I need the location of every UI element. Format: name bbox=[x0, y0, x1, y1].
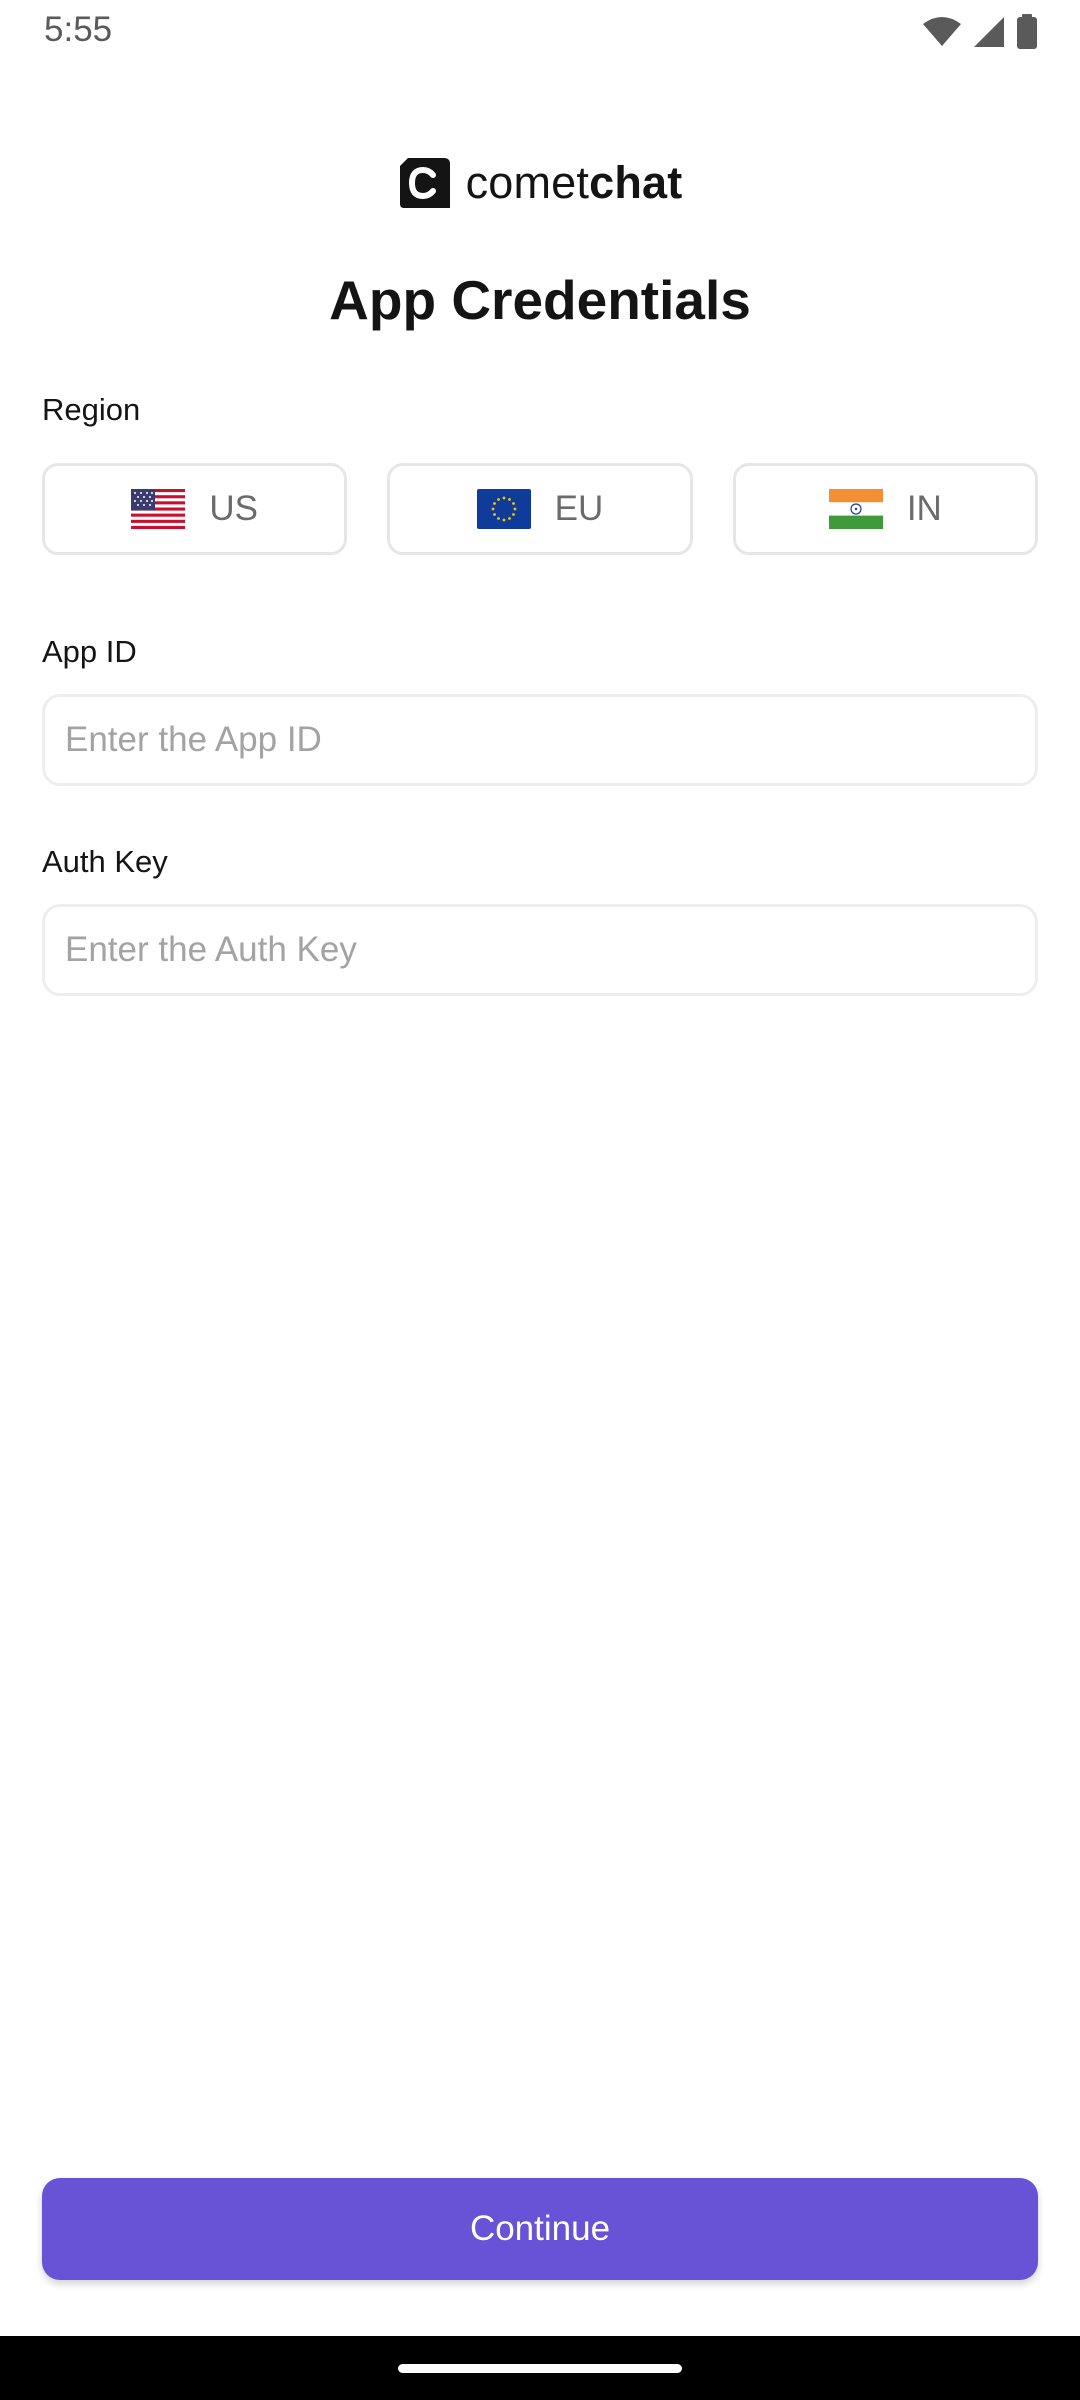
app-id-label: App ID bbox=[42, 634, 137, 669]
system-nav-bar bbox=[0, 2336, 1080, 2400]
cometchat-logo-icon bbox=[399, 158, 450, 208]
region-selector: US EU IN bbox=[42, 463, 1038, 555]
region-button-in[interactable]: IN bbox=[732, 463, 1038, 555]
home-indicator[interactable] bbox=[398, 2364, 682, 2373]
battery-icon bbox=[1017, 14, 1037, 49]
region-button-us[interactable]: US bbox=[42, 463, 348, 555]
cometchat-logo: cometchat bbox=[0, 156, 1080, 210]
logo-wordmark: cometchat bbox=[466, 157, 683, 209]
eu-flag-icon bbox=[476, 489, 531, 529]
continue-button[interactable]: Continue bbox=[42, 2178, 1038, 2280]
status-time: 5:55 bbox=[44, 10, 113, 49]
region-code: EU bbox=[554, 489, 604, 528]
region-code: US bbox=[209, 489, 258, 528]
region-label: Region bbox=[42, 392, 141, 427]
status-bar: 5:55 bbox=[0, 0, 1080, 64]
region-button-eu[interactable]: EU bbox=[387, 463, 693, 555]
logo-text-bold: chat bbox=[589, 157, 683, 208]
app-credentials-screen: 5:55 cometchat App Credentials Region US… bbox=[0, 0, 1080, 2400]
in-flag-icon bbox=[828, 489, 883, 529]
auth-key-label: Auth Key bbox=[42, 844, 168, 879]
page-title: App Credentials bbox=[329, 269, 751, 331]
region-code: IN bbox=[906, 489, 942, 528]
cell-signal-icon bbox=[974, 17, 1004, 47]
app-id-input[interactable] bbox=[42, 694, 1038, 786]
logo-text-regular: comet bbox=[465, 157, 590, 208]
wifi-icon bbox=[923, 17, 961, 46]
status-icons bbox=[922, 12, 1038, 52]
us-flag-icon bbox=[131, 489, 186, 529]
auth-key-input[interactable] bbox=[42, 904, 1038, 996]
